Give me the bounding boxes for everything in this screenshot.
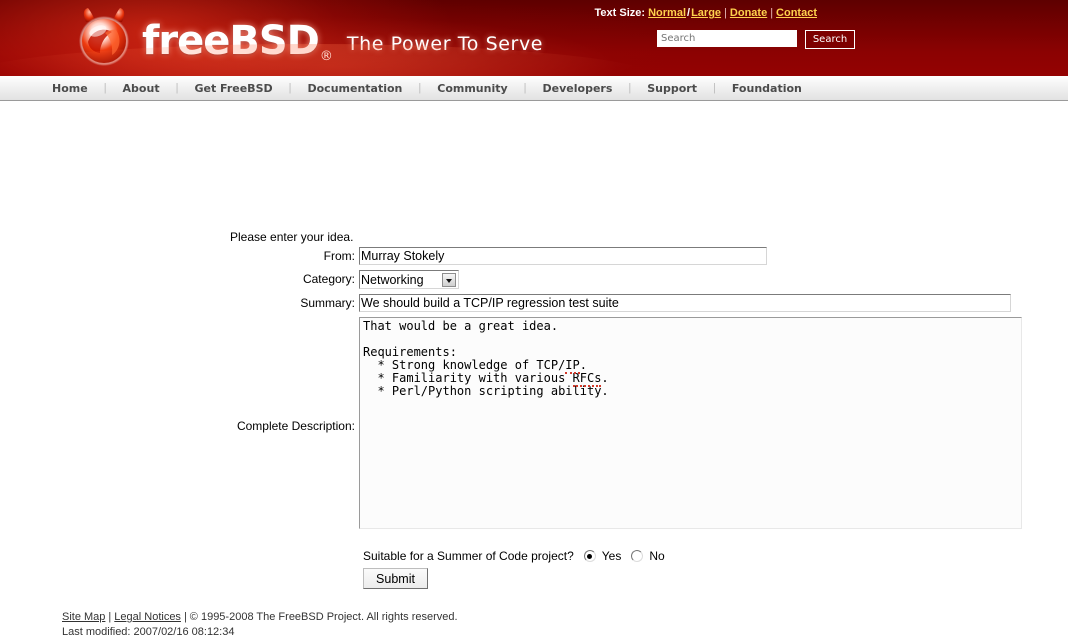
- nav-item-get-freebsd[interactable]: Get FreeBSD: [192, 82, 274, 95]
- form-intro-text: Please enter your idea.: [230, 230, 354, 244]
- contact-link[interactable]: Contact: [776, 7, 817, 19]
- summary-input[interactable]: [359, 294, 1011, 312]
- from-label: From:: [323, 249, 355, 263]
- form-row-from: From:: [0, 247, 1068, 265]
- soc-radio-yes-label: Yes: [601, 549, 622, 563]
- category-field-wrap: Networking: [359, 270, 1068, 289]
- header-utility-links: Text Size: Normal/Large | Donate | Contact: [595, 7, 817, 19]
- site-header: freeBSD® The Power To Serve Text Size: N…: [0, 0, 1068, 76]
- text-size-large-link[interactable]: Large: [691, 7, 721, 19]
- category-select[interactable]: Networking: [359, 270, 459, 289]
- site-map-link[interactable]: Site Map: [62, 611, 105, 623]
- search-input[interactable]: [657, 30, 797, 47]
- logo-wordmark-text: freeBSD: [142, 18, 320, 64]
- nav-item-foundation[interactable]: Foundation: [730, 82, 804, 95]
- description-field-wrap: That would be a great idea. Requirements…: [359, 317, 1068, 532]
- form-row-category: Category: Networking: [0, 270, 1068, 289]
- summer-of-code-question-row: Suitable for a Summer of Code project? Y…: [363, 549, 665, 563]
- copyright-text: © 1995-2008 The FreeBSD Project. All rig…: [189, 611, 458, 623]
- search-button[interactable]: Search: [805, 30, 855, 49]
- submit-button[interactable]: Submit: [363, 568, 428, 589]
- nav-separator: |: [103, 82, 107, 94]
- nav-item-about[interactable]: About: [121, 82, 162, 95]
- last-modified-text: Last modified: 2007/02/16 08:12:34: [62, 626, 235, 638]
- from-field-wrap: [359, 247, 1068, 265]
- soc-radio-no-label: No: [649, 549, 665, 563]
- from-input[interactable]: [359, 247, 767, 265]
- legal-notices-link[interactable]: Legal Notices: [114, 611, 181, 623]
- nav-separator: |: [175, 82, 179, 94]
- nav-separator: |: [713, 82, 716, 94]
- complete-description-label: Complete Description:: [236, 419, 355, 433]
- idea-submission-form: From: Category: Networking Summary:: [0, 247, 1068, 537]
- header-link-separator-2: |: [770, 7, 774, 19]
- footer-separator-1: |: [108, 611, 112, 623]
- category-label: Category:: [302, 272, 355, 286]
- complete-description-textarea[interactable]: [359, 317, 1022, 529]
- header-link-separator-1: |: [724, 7, 727, 19]
- soc-radio-yes[interactable]: [583, 550, 596, 562]
- text-size-normal-link[interactable]: Normal: [648, 7, 686, 19]
- footer-line-1: Site Map | Legal Notices | © 1995-2008 The F…: [62, 610, 458, 625]
- registered-trademark-icon: ®: [319, 49, 333, 64]
- form-row-summary: Summary:: [0, 294, 1068, 312]
- nav-item-developers[interactable]: Developers: [541, 82, 615, 95]
- nav-separator: |: [523, 82, 527, 94]
- nav-separator: |: [288, 82, 292, 94]
- page-footer: Site Map | Legal Notices | © 1995-2008 The F…: [62, 610, 458, 640]
- category-select-wrap: Networking: [359, 270, 459, 289]
- site-tagline: The Power To Serve: [346, 33, 544, 55]
- nav-item-support[interactable]: Support: [645, 82, 699, 95]
- page-content: Please enter your idea. From: Category: …: [0, 101, 1068, 638]
- summary-field-wrap: [359, 294, 1068, 312]
- freebsd-daemon-logo-icon: [72, 6, 138, 70]
- text-size-label: Text Size:: [594, 7, 646, 19]
- nav-item-documentation[interactable]: Documentation: [305, 82, 404, 95]
- nav-separator: |: [628, 82, 632, 94]
- header-search-form: Search: [657, 30, 855, 49]
- donate-link[interactable]: Donate: [730, 7, 767, 19]
- nav-separator: |: [418, 82, 422, 94]
- logo-wordmark: freeBSD®: [142, 18, 333, 64]
- nav-item-home[interactable]: Home: [50, 82, 90, 95]
- site-logo[interactable]: freeBSD® The Power To Serve: [72, 6, 543, 70]
- main-navigation: Home | About | Get FreeBSD | Documentati…: [0, 76, 1068, 101]
- summary-label: Summary:: [300, 296, 355, 310]
- footer-separator-2: |: [183, 611, 187, 623]
- soc-radio-no[interactable]: [631, 550, 644, 562]
- summer-of-code-question: Suitable for a Summer of Code project?: [363, 549, 574, 563]
- nav-item-community[interactable]: Community: [435, 82, 509, 95]
- form-row-description: Complete Description: That would be a gr…: [0, 317, 1068, 532]
